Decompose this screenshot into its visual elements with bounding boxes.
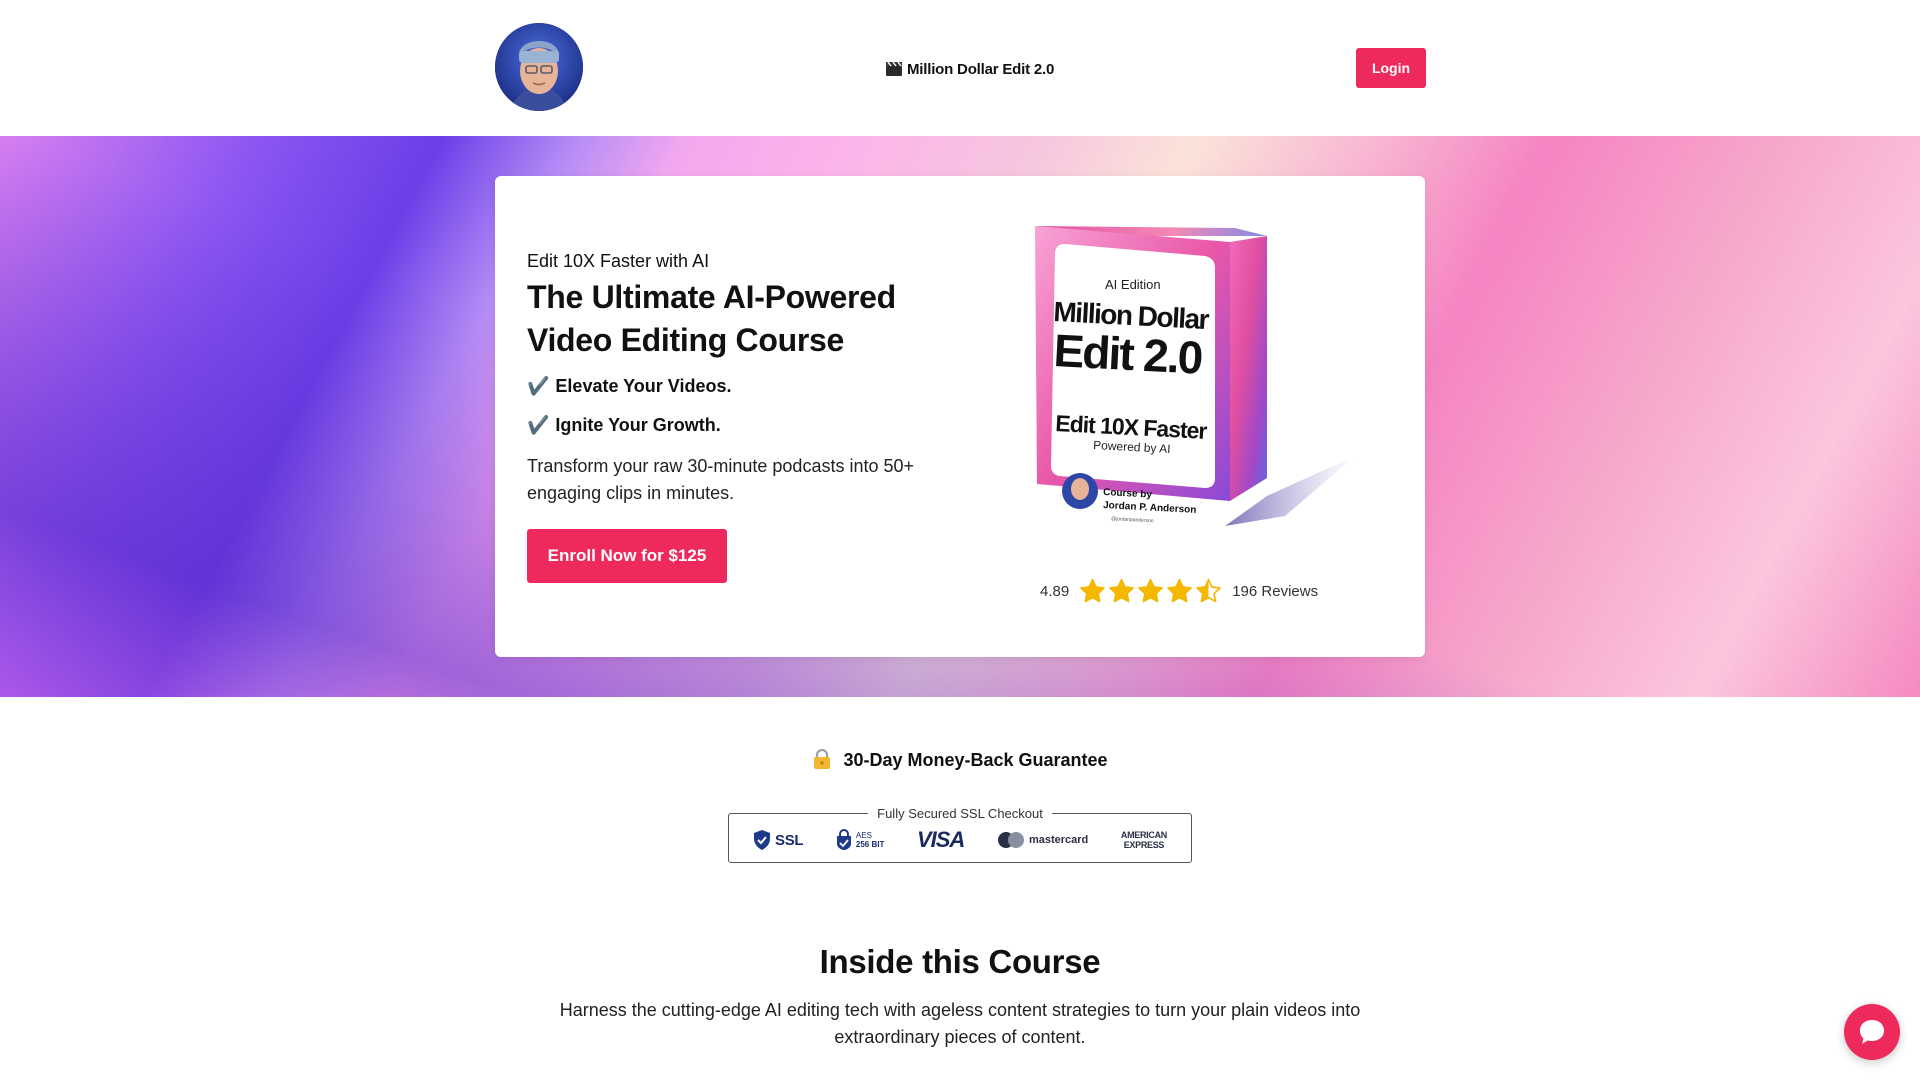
amex-text: AMERICAN EXPRESS [1121,830,1167,850]
payment-logos: SSL AES 256 BIT VISA mastercard AMERICAN… [753,827,1167,853]
checkmark-icon: ✔️ [527,376,550,396]
guarantee-banner: 30-Day Money-Back Guarantee [0,748,1920,771]
aes-top: AES [855,831,872,840]
benefit-text: Elevate Your Videos. [555,376,732,396]
mastercard-circles-icon [997,832,1024,848]
ssl-label: SSL [775,831,804,849]
login-button[interactable]: Login [1356,48,1426,88]
creator-avatar[interactable] [495,23,583,111]
mastercard-label: mastercard [1028,834,1089,846]
review-count[interactable]: 196 Reviews [1232,583,1318,600]
hero-description: Transform your raw 30-minute podcasts in… [527,456,915,503]
aes-text: AES 256 BIT [856,831,884,849]
enroll-button[interactable]: Enroll Now for $125 [527,529,727,583]
svg-text:Jordan P. Anderson: Jordan P. Anderson [1103,500,1197,516]
rating-score: 4.89 [1040,583,1070,600]
site-header: Million Dollar Edit 2.0 Login [0,0,1920,136]
visa-label: VISA [916,827,965,852]
svg-text:Edit 2.0: Edit 2.0 [1052,324,1203,384]
star-icon [1080,578,1106,603]
checkmark-icon: ✔️ [527,415,550,435]
mastercard-logo: mastercard [997,831,1088,849]
product-edition: AI Edition [1105,277,1161,292]
shield-icon [754,830,770,850]
star-icon [1109,578,1135,603]
secure-checkout-badge: Fully Secured SSL Checkout SSL AES 256 B… [728,806,1192,863]
benefit-text: Ignite Your Growth. [555,415,721,435]
aes-logo: AES 256 BIT [836,829,884,851]
hero-headline: The Ultimate AI-Powered Video Editing Co… [527,279,896,358]
course-section-title: Inside this Course [819,943,1101,980]
svg-text:@jordanpanderson: @jordanpanderson [1111,516,1154,524]
rating-row: 4.89 196 Reviews [1040,578,1318,605]
ssl-logo: SSL [753,829,804,851]
brand-label: Million Dollar Edit 2.0 [907,60,1055,78]
chat-button[interactable] [1844,1004,1900,1060]
chat-bubble-icon [1860,1020,1884,1044]
star-icon [1138,578,1164,603]
lock-icon [812,748,832,769]
aes-bottom: 256 BIT [855,840,885,849]
amex-logo: AMERICAN EXPRESS [1121,830,1167,850]
guarantee-text: 30-Day Money-Back Guarantee [843,750,1108,770]
svg-text:Course by: Course by [1103,487,1153,501]
star-icon [1196,578,1222,603]
amex-top: AMERICAN [1120,830,1167,840]
hero-card: Edit 10X Faster with AI The Ultimate AI-… [495,176,1425,657]
course-section-description: Harness the cutting-edge AI editing tech… [559,1000,1361,1047]
padlock-shield-icon [836,829,851,850]
star-rating [1079,578,1222,605]
secure-legend: Fully Secured SSL Checkout [729,805,1191,823]
hero-section: Edit 10X Faster with AI The Ultimate AI-… [0,136,1920,697]
visa-logo: VISA [916,827,965,853]
hero-eyebrow: Edit 10X Faster with AI [527,251,710,271]
benefit-item: ✔️ Ignite Your Growth. [527,415,721,436]
amex-bottom: EXPRESS [1123,840,1165,850]
benefit-item: ✔️ Elevate Your Videos. [527,376,732,397]
course-box-image: AI Edition Million Dollar Edit 2.0 Edit … [1035,216,1355,546]
clapperboard-icon [885,61,903,77]
secure-legend-text: Fully Secured SSL Checkout [868,806,1052,821]
brand-title[interactable]: Million Dollar Edit 2.0 [885,57,1054,81]
star-icon [1167,578,1193,603]
